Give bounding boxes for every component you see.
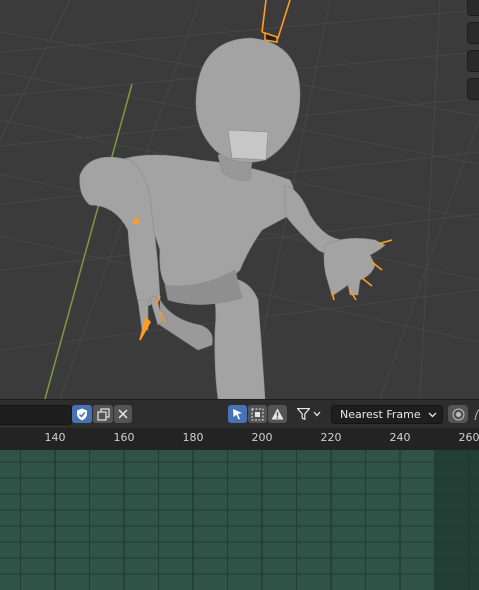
viewport-scene [0,0,479,399]
warning-icon [271,408,284,420]
box-select-button[interactable] [248,405,267,423]
frame-tick-label: 220 [320,431,342,444]
snap-mode-select[interactable]: Nearest Frame [331,405,443,424]
viewport-perspective-button[interactable] [467,78,479,100]
select-tool-button[interactable] [228,405,247,423]
show-hidden-button[interactable] [93,405,113,423]
close-icon [118,409,128,419]
character-mesh [79,37,386,399]
proportional-editing-button[interactable] [448,405,468,423]
frame-tick-label: 200 [251,431,273,444]
box-select-icon [251,408,264,421]
chevron-down-icon [428,409,437,422]
frame-tick-label: 240 [389,431,411,444]
timeline-header: Nearest Frame [0,399,479,428]
3d-viewport[interactable] [0,0,479,399]
viewport-camera-button[interactable] [467,50,479,72]
channel-grid [0,450,479,590]
frame-ruler[interactable]: 140 160 180 200 220 240 260 [0,428,479,450]
proportional-falloff-button[interactable] [471,405,479,423]
chevron-down-icon [313,411,321,417]
select-arrow-icon [232,408,243,420]
viewport-pan-button[interactable] [467,22,479,44]
snap-mode-value: Nearest Frame [340,408,421,421]
proportional-edit-icon [452,408,465,421]
filter-icon [297,408,310,420]
dopesheet-channel-region[interactable] [0,450,479,590]
only-errors-button[interactable] [114,405,132,423]
frame-tick-label: 260 [458,431,479,444]
frame-tick-label: 160 [113,431,135,444]
frame-tick-label: 140 [44,431,66,444]
only-show-selected-button[interactable] [72,405,92,423]
out-of-range-region [434,450,479,590]
channel-search-input[interactable] [0,405,72,425]
shield-check-icon [76,408,88,421]
y-axis-line [44,83,133,399]
viewport-zoom-button[interactable] [467,0,479,16]
only-show-errors-button[interactable] [268,405,287,423]
filters-dropdown[interactable] [294,405,324,423]
frame-tick-label: 180 [182,431,204,444]
copy-icon [96,407,110,421]
falloff-curve-icon [474,408,479,421]
